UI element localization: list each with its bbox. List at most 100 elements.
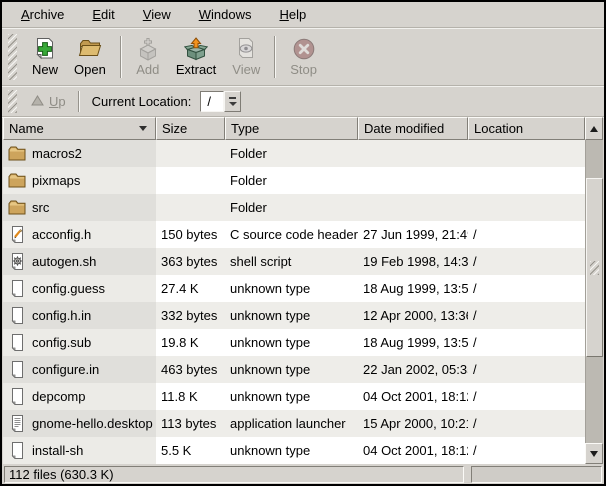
extract-button[interactable]: Extract [168, 34, 224, 80]
view-button[interactable]: View [224, 34, 268, 80]
location-bar: Up Current Location: / [2, 86, 604, 117]
cell-name: config.h.in [3, 302, 156, 329]
table-row[interactable]: pixmapsFolder [3, 167, 585, 194]
cell-size [156, 140, 225, 167]
cell-type: unknown type [225, 383, 358, 410]
menu-windows[interactable]: Windows [196, 5, 255, 24]
up-arrow-icon [31, 94, 44, 109]
cell-text: 18 Aug 1999, 13:53 [363, 281, 468, 296]
column-header-label: Date modified [364, 121, 444, 136]
cell-size [156, 167, 225, 194]
document-icon [7, 388, 27, 405]
cell-date: 18 Aug 1999, 13:53 [358, 275, 468, 302]
dropdown-bar-icon [229, 97, 236, 99]
cell-location: / [468, 383, 585, 410]
cell-text: unknown type [230, 443, 310, 458]
cell-date: 12 Apr 2000, 13:36 [358, 302, 468, 329]
menubar: Archive Edit View Windows Help [2, 2, 604, 28]
table-row[interactable]: config.sub19.8 Kunknown type18 Aug 1999,… [3, 329, 585, 356]
table-row[interactable]: gnome-hello.desktop113 bytesapplication … [3, 410, 585, 437]
column-header-date-modified[interactable]: Date modified [358, 117, 468, 140]
cell-text: 12 Apr 2000, 13:36 [363, 308, 468, 323]
cell-text: 04 Oct 2001, 18:12 [363, 443, 468, 458]
open-button[interactable]: Open [66, 34, 114, 80]
cell-text: install-sh [32, 443, 83, 458]
table-row[interactable]: srcFolder [3, 194, 585, 221]
cell-type: unknown type [225, 437, 358, 464]
cell-text: / [473, 443, 477, 458]
toolbar-drag-handle[interactable] [8, 34, 17, 80]
cell-text: / [473, 254, 477, 269]
cell-text: 150 bytes [161, 227, 217, 242]
column-header-location[interactable]: Location [468, 117, 585, 140]
cell-text: unknown type [230, 308, 310, 323]
toolbar-button-label: Add [136, 62, 159, 77]
cell-name: depcomp [3, 383, 156, 410]
up-button[interactable]: Up [24, 92, 73, 111]
cell-text: 463 bytes [161, 362, 217, 377]
toolbar-button-label: Open [74, 62, 106, 77]
cell-date: 15 Apr 2000, 10:21 [358, 410, 468, 437]
document-icon [7, 442, 27, 459]
table-row[interactable]: autogen.sh363 bytesshell script19 Feb 19… [3, 248, 585, 275]
cell-location [468, 140, 585, 167]
scrollbar-thumb[interactable] [586, 178, 603, 357]
cell-text: / [473, 308, 477, 323]
folder-icon [7, 146, 27, 161]
script-file-icon [7, 253, 27, 270]
add-button[interactable]: Add [128, 34, 168, 80]
cell-date: 04 Oct 2001, 18:12 [358, 437, 468, 464]
up-button-label: Up [49, 94, 66, 109]
menu-archive[interactable]: Archive [18, 5, 67, 24]
scrollbar-trough[interactable] [585, 140, 603, 443]
cell-type: application launcher [225, 410, 358, 437]
menu-help[interactable]: Help [276, 5, 309, 24]
cell-name: configure.in [3, 356, 156, 383]
column-header-name[interactable]: Name [3, 117, 156, 140]
scrollbar-down-button[interactable] [585, 443, 603, 464]
cell-location [468, 167, 585, 194]
table-row[interactable]: install-sh 5.5 K unknown type 04 Oct 2001, … [3, 437, 585, 464]
table-row[interactable]: macros2Folder [3, 140, 585, 167]
menu-view[interactable]: View [140, 5, 174, 24]
chevron-down-icon [229, 102, 237, 106]
document-icon [7, 280, 27, 297]
table-row[interactable]: config.h.in332 bytes unknown type 12 Apr 2… [3, 302, 585, 329]
menu-edit[interactable]: Edit [89, 5, 117, 24]
cell-size: 5.5 K [156, 437, 225, 464]
scrollbar-up-button[interactable] [585, 117, 603, 140]
cell-size: 11.8 K [156, 383, 225, 410]
cell-name: install-sh [3, 437, 156, 464]
add-package-icon [136, 37, 160, 61]
location-dropdown-button[interactable] [224, 91, 241, 112]
cell-location: / [468, 302, 585, 329]
cell-size: 332 bytes [156, 302, 225, 329]
status-text: 112 files (630.3 K) [9, 467, 114, 482]
table-row[interactable]: acconfig.h150 bytesC source code header2… [3, 221, 585, 248]
cell-date [358, 167, 468, 194]
stop-button[interactable]: Stop [282, 34, 325, 80]
new-button[interactable]: New [24, 34, 66, 80]
column-header-type[interactable]: Type [225, 117, 358, 140]
document-icon [7, 334, 27, 351]
cell-text: / [473, 335, 477, 350]
cell-name: pixmaps [3, 167, 156, 194]
cell-text: Folder [230, 200, 267, 215]
table-row[interactable]: depcomp11.8 Kunknown type04 Oct 2001, 18… [3, 383, 585, 410]
vertical-scrollbar [585, 117, 603, 464]
location-bar-drag-handle[interactable] [8, 90, 17, 113]
column-header-label: Type [231, 121, 259, 136]
location-entry[interactable]: / [200, 91, 224, 112]
scroll-down-icon [590, 451, 598, 457]
cell-text: 22 Jan 2002, 05:35 [363, 362, 468, 377]
cell-text: / [473, 362, 477, 377]
table-row[interactable]: configure.in 463 bytes unknown type 22 Jan … [3, 356, 585, 383]
cell-text: 5.5 K [161, 443, 191, 458]
table-row[interactable]: config.guess27.4 Kunknown type18 Aug 199… [3, 275, 585, 302]
cell-name: config.sub [3, 329, 156, 356]
toolbar-button-label: View [232, 62, 260, 77]
launcher-file-icon [7, 415, 27, 432]
column-header-size[interactable]: Size [156, 117, 225, 140]
cell-text: config.sub [32, 335, 91, 350]
cell-type: unknown type [225, 356, 358, 383]
